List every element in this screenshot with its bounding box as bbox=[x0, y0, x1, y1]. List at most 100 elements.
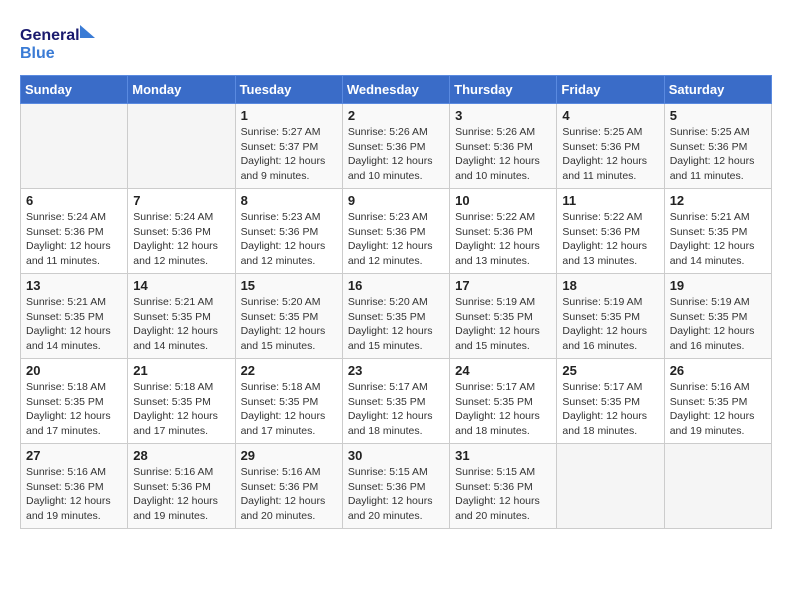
day-info: Sunrise: 5:16 AM Sunset: 5:36 PM Dayligh… bbox=[26, 465, 122, 524]
calendar-cell: 25 Sunrise: 5:17 AM Sunset: 5:35 PM Dayli… bbox=[557, 359, 664, 444]
calendar-cell: 10 Sunrise: 5:22 AM Sunset: 5:36 PM Dayli… bbox=[450, 189, 557, 274]
weekday-header-wednesday: Wednesday bbox=[342, 76, 449, 104]
day-number: 27 bbox=[26, 448, 122, 463]
week-row-2: 6Sunrise: 5:24 AM Sunset: 5:36 PM Daylig… bbox=[21, 189, 772, 274]
calendar-cell: 18Sunrise: 5:19 AM Sunset: 5:35 PM Dayli… bbox=[557, 274, 664, 359]
weekday-header-thursday: Thursday bbox=[450, 76, 557, 104]
day-info: Sunrise: 5:23 AM Sunset: 5:36 PM Dayligh… bbox=[348, 210, 444, 269]
day-info: Sunrise: 5:24 AM Sunset: 5:36 PM Dayligh… bbox=[26, 210, 122, 269]
calendar-cell: 5 Sunrise: 5:25 AM Sunset: 5:36 PM Daylig… bbox=[664, 104, 771, 189]
weekday-header-monday: Monday bbox=[128, 76, 235, 104]
weekday-header-saturday: Saturday bbox=[664, 76, 771, 104]
calendar-cell: 7 Sunrise: 5:24 AM Sunset: 5:36 PM Daylig… bbox=[128, 189, 235, 274]
day-number: 21 bbox=[133, 363, 229, 378]
weekday-header-sunday: Sunday bbox=[21, 76, 128, 104]
day-number: 11 bbox=[562, 193, 658, 208]
day-info: Sunrise: 5:16 AM Sunset: 5:36 PM Dayligh… bbox=[241, 465, 337, 524]
day-number: 23 bbox=[348, 363, 444, 378]
day-number: 10 bbox=[455, 193, 551, 208]
day-number: 15 bbox=[241, 278, 337, 293]
day-number: 8 bbox=[241, 193, 337, 208]
day-info: Sunrise: 5:20 AM Sunset: 5:35 PM Dayligh… bbox=[241, 295, 337, 354]
week-row-4: 20 Sunrise: 5:18 AM Sunset: 5:35 PM Dayli… bbox=[21, 359, 772, 444]
day-number: 14 bbox=[133, 278, 229, 293]
day-number: 18 bbox=[562, 278, 658, 293]
day-number: 5 bbox=[670, 108, 766, 123]
day-info: Sunrise: 5:22 AM Sunset: 5:36 PM Dayligh… bbox=[562, 210, 658, 269]
calendar-cell: 22 Sunrise: 5:18 AM Sunset: 5:35 PM Dayli… bbox=[235, 359, 342, 444]
day-number: 19 bbox=[670, 278, 766, 293]
calendar-cell: 13Sunrise: 5:21 AM Sunset: 5:35 PM Dayli… bbox=[21, 274, 128, 359]
day-number: 16 bbox=[348, 278, 444, 293]
day-number: 24 bbox=[455, 363, 551, 378]
day-info: Sunrise: 5:25 AM Sunset: 5:36 PM Dayligh… bbox=[670, 125, 766, 184]
day-number: 1 bbox=[241, 108, 337, 123]
weekday-header-row: SundayMondayTuesdayWednesdayThursdayFrid… bbox=[21, 76, 772, 104]
day-number: 29 bbox=[241, 448, 337, 463]
svg-text:Blue: Blue bbox=[20, 45, 55, 62]
day-info: Sunrise: 5:27 AM Sunset: 5:37 PM Dayligh… bbox=[241, 125, 337, 184]
svg-text:General: General bbox=[20, 27, 80, 44]
calendar-cell: 17 Sunrise: 5:19 AM Sunset: 5:35 PM Dayli… bbox=[450, 274, 557, 359]
calendar-cell: 19 Sunrise: 5:19 AM Sunset: 5:35 PM Dayli… bbox=[664, 274, 771, 359]
calendar-cell: 31 Sunrise: 5:15 AM Sunset: 5:36 PM Dayli… bbox=[450, 444, 557, 529]
day-info: Sunrise: 5:17 AM Sunset: 5:35 PM Dayligh… bbox=[562, 380, 658, 439]
day-number: 28 bbox=[133, 448, 229, 463]
calendar-cell: 28 Sunrise: 5:16 AM Sunset: 5:36 PM Dayli… bbox=[128, 444, 235, 529]
calendar-cell bbox=[128, 104, 235, 189]
day-info: Sunrise: 5:16 AM Sunset: 5:36 PM Dayligh… bbox=[133, 465, 229, 524]
day-number: 7 bbox=[133, 193, 229, 208]
day-info: Sunrise: 5:15 AM Sunset: 5:36 PM Dayligh… bbox=[455, 465, 551, 524]
day-number: 13 bbox=[26, 278, 122, 293]
day-number: 22 bbox=[241, 363, 337, 378]
weekday-header-tuesday: Tuesday bbox=[235, 76, 342, 104]
calendar-cell: 4 Sunrise: 5:25 AM Sunset: 5:36 PM Daylig… bbox=[557, 104, 664, 189]
calendar-cell: 23 Sunrise: 5:17 AM Sunset: 5:35 PM Dayli… bbox=[342, 359, 449, 444]
day-info: Sunrise: 5:23 AM Sunset: 5:36 PM Dayligh… bbox=[241, 210, 337, 269]
logo: GeneralBlue bbox=[20, 20, 100, 65]
calendar-cell: 21 Sunrise: 5:18 AM Sunset: 5:35 PM Dayli… bbox=[128, 359, 235, 444]
calendar-cell: 2Sunrise: 5:26 AM Sunset: 5:36 PM Daylig… bbox=[342, 104, 449, 189]
day-info: Sunrise: 5:25 AM Sunset: 5:36 PM Dayligh… bbox=[562, 125, 658, 184]
week-row-3: 13 Sunrise: 5:21 AM Sunset: 5:35 PM Dayli… bbox=[21, 274, 772, 359]
day-number: 4 bbox=[562, 108, 658, 123]
calendar-cell bbox=[664, 444, 771, 529]
day-info: Sunrise: 5:21 AM Sunset: 5:35 PM Dayligh… bbox=[133, 295, 229, 354]
calendar-cell: 8 Sunrise: 5:23 AM Sunset: 5:36 PM Daylig… bbox=[235, 189, 342, 274]
day-info: Sunrise: 5:19 AM Sunset: 5:35 PM Dayligh… bbox=[670, 295, 766, 354]
page-header: GeneralBlue bbox=[20, 20, 772, 65]
day-number: 3 bbox=[455, 108, 551, 123]
day-info: Sunrise: 5:24 AM Sunset: 5:36 PM Dayligh… bbox=[133, 210, 229, 269]
day-info: Sunrise: 5:18 AM Sunset: 5:35 PM Dayligh… bbox=[26, 380, 122, 439]
day-number: 9 bbox=[348, 193, 444, 208]
day-info: Sunrise: 5:22 AM Sunset: 5:36 PM Dayligh… bbox=[455, 210, 551, 269]
day-info: Sunrise: 5:18 AM Sunset: 5:35 PM Dayligh… bbox=[241, 380, 337, 439]
day-number: 25 bbox=[562, 363, 658, 378]
day-number: 30 bbox=[348, 448, 444, 463]
day-number: 20 bbox=[26, 363, 122, 378]
calendar-cell: 11 Sunrise: 5:22 AM Sunset: 5:36 PM Dayli… bbox=[557, 189, 664, 274]
day-info: Sunrise: 5:16 AM Sunset: 5:35 PM Dayligh… bbox=[670, 380, 766, 439]
day-info: Sunrise: 5:26 AM Sunset: 5:36 PM Dayligh… bbox=[348, 125, 444, 184]
calendar-cell: 29 Sunrise: 5:16 AM Sunset: 5:36 PM Dayli… bbox=[235, 444, 342, 529]
calendar-cell: 3Sunrise: 5:26 AM Sunset: 5:36 PM Daylig… bbox=[450, 104, 557, 189]
day-info: Sunrise: 5:15 AM Sunset: 5:36 PM Dayligh… bbox=[348, 465, 444, 524]
weekday-header-friday: Friday bbox=[557, 76, 664, 104]
day-number: 31 bbox=[455, 448, 551, 463]
week-row-1: 1 Sunrise: 5:27 AM Sunset: 5:37 PM Daylig… bbox=[21, 104, 772, 189]
day-number: 17 bbox=[455, 278, 551, 293]
calendar-cell: 9 Sunrise: 5:23 AM Sunset: 5:36 PM Daylig… bbox=[342, 189, 449, 274]
calendar-cell: 1 Sunrise: 5:27 AM Sunset: 5:37 PM Daylig… bbox=[235, 104, 342, 189]
calendar-cell: 24Sunrise: 5:17 AM Sunset: 5:35 PM Dayli… bbox=[450, 359, 557, 444]
calendar-cell: 26Sunrise: 5:16 AM Sunset: 5:35 PM Dayli… bbox=[664, 359, 771, 444]
calendar-cell: 14 Sunrise: 5:21 AM Sunset: 5:35 PM Dayli… bbox=[128, 274, 235, 359]
day-info: Sunrise: 5:19 AM Sunset: 5:35 PM Dayligh… bbox=[455, 295, 551, 354]
week-row-5: 27 Sunrise: 5:16 AM Sunset: 5:36 PM Dayli… bbox=[21, 444, 772, 529]
calendar-cell: 20 Sunrise: 5:18 AM Sunset: 5:35 PM Dayli… bbox=[21, 359, 128, 444]
calendar-cell bbox=[21, 104, 128, 189]
day-info: Sunrise: 5:17 AM Sunset: 5:35 PM Dayligh… bbox=[348, 380, 444, 439]
calendar-cell: 27 Sunrise: 5:16 AM Sunset: 5:36 PM Dayli… bbox=[21, 444, 128, 529]
day-info: Sunrise: 5:21 AM Sunset: 5:35 PM Dayligh… bbox=[670, 210, 766, 269]
day-info: Sunrise: 5:18 AM Sunset: 5:35 PM Dayligh… bbox=[133, 380, 229, 439]
calendar-cell: 30 Sunrise: 5:15 AM Sunset: 5:36 PM Dayli… bbox=[342, 444, 449, 529]
